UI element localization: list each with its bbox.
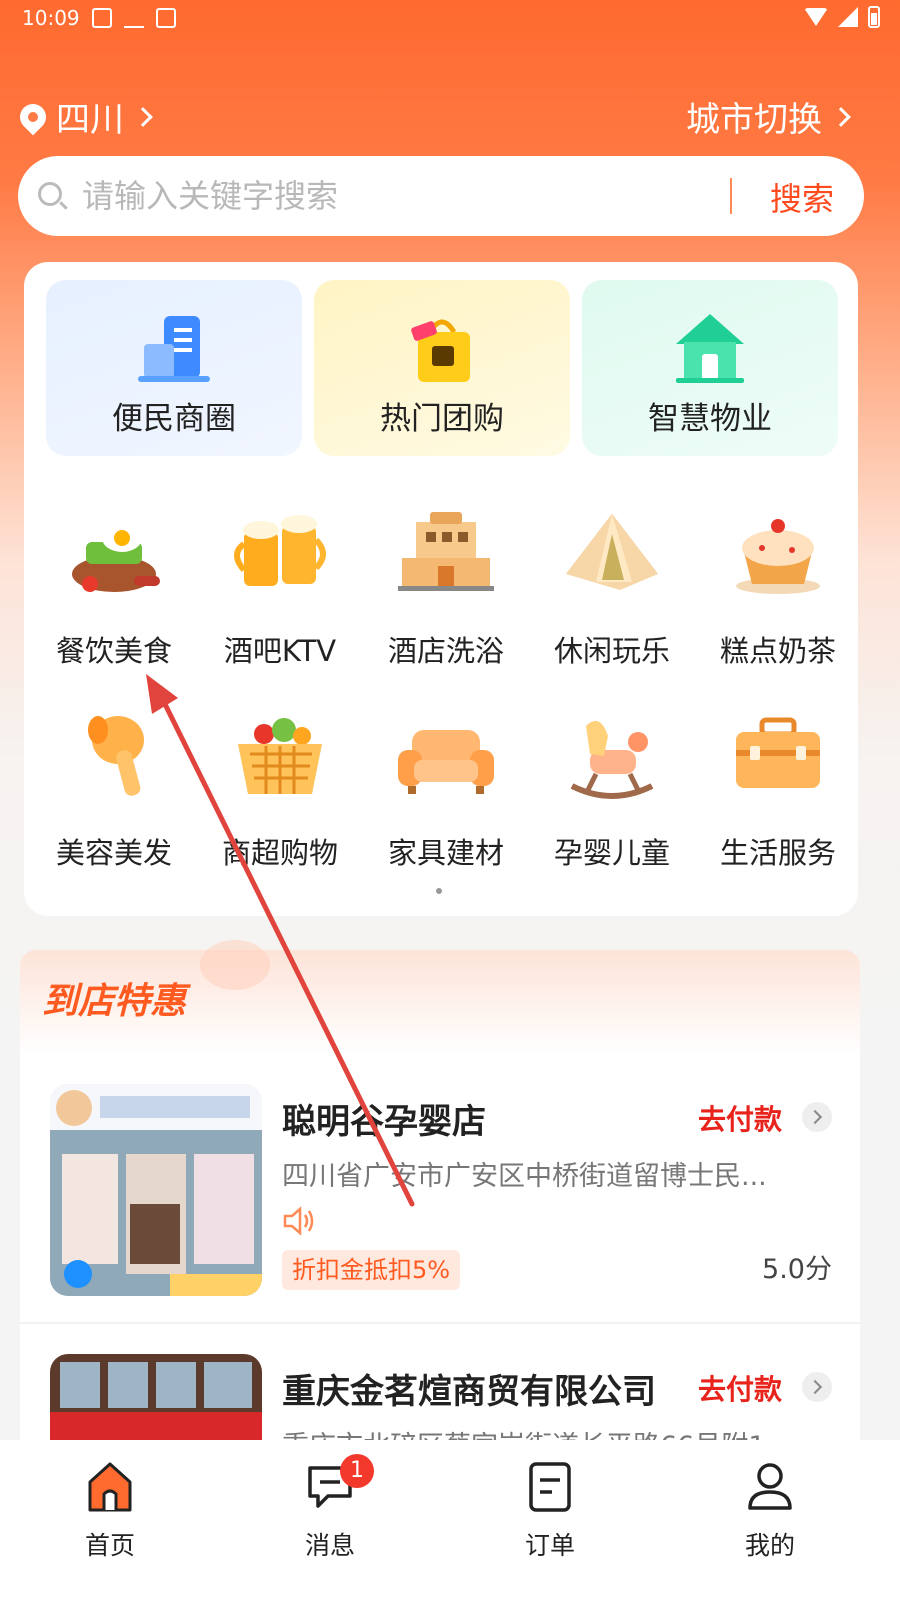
speaker-icon [283, 1206, 314, 1236]
location-selector[interactable]: 四川 [14, 92, 153, 141]
category-hotel-bath[interactable]: 酒店洗浴 [364, 490, 528, 680]
search-input[interactable] [82, 174, 722, 218]
store-card[interactable]: 重庆金茗煊商贸有限公司 去付款 重庆市北碚区蔡家岗街道长平路66号附1 [20, 1324, 860, 1444]
tab-label: 我的 [744, 1531, 795, 1560]
category-supermarket[interactable]: 商超购物 [198, 692, 362, 882]
status-time: 10:09 [22, 6, 80, 30]
store-photo [50, 1084, 262, 1296]
category-label: 餐饮美食 [55, 634, 172, 668]
chevron-right-icon[interactable] [802, 1102, 832, 1132]
download-notification-icon [124, 8, 144, 28]
tile-label: 智慧物业 [648, 401, 772, 437]
category-label: 酒店洗浴 [387, 634, 504, 668]
tile-smart-property[interactable]: 智慧物业 [582, 280, 838, 456]
hotel-icon [398, 512, 494, 591]
decorative-bubble [200, 940, 270, 990]
page-indicator-dot [436, 888, 442, 894]
category-label: 生活服务 [719, 836, 836, 870]
system-icons [804, 6, 880, 28]
category-leisure[interactable]: 休闲玩乐 [530, 490, 694, 680]
shopping-bag-icon [411, 319, 470, 382]
app-notification-icon [156, 8, 176, 28]
chevron-right-icon[interactable] [802, 1372, 832, 1402]
toolbox-icon [736, 717, 820, 788]
category-beauty-hair[interactable]: 美容美发 [32, 692, 196, 882]
location-name: 四川 [56, 100, 124, 140]
location-pin-icon [14, 98, 52, 135]
promo-title: 到店特惠 [42, 981, 187, 1022]
chevron-right-icon [831, 106, 851, 127]
category-label: 酒吧KTV [223, 634, 337, 668]
status-bar: 10:09 [0, 0, 900, 40]
category-food[interactable]: 餐饮美食 [32, 490, 196, 680]
gallery-notification-icon [92, 8, 112, 28]
store-photo [50, 1354, 262, 1444]
tab-label: 首页 [84, 1531, 135, 1560]
search-button[interactable]: 搜索 [756, 174, 848, 218]
store-card[interactable]: 聪明谷孕婴店 去付款 四川省广安市广安区中桥街道留博士民... 折扣金抵扣5% … [20, 1054, 860, 1324]
building-icon [138, 316, 210, 382]
battery-icon [868, 6, 880, 28]
house-icon [676, 314, 744, 383]
pay-button[interactable]: 去付款 [698, 1098, 782, 1138]
tile-convenience-business[interactable]: 便民商圈 [46, 280, 302, 456]
discount-tag: 折扣金抵扣5% [282, 1250, 461, 1290]
search-bar: 搜索 [18, 156, 864, 236]
category-furniture[interactable]: 家具建材 [364, 692, 528, 882]
chevron-right-icon [133, 106, 153, 127]
category-label: 美容美发 [55, 836, 172, 870]
rocking-horse-icon [570, 720, 654, 799]
user-icon [748, 1463, 792, 1510]
notification-icons [92, 8, 176, 28]
home-icon [88, 1462, 132, 1512]
tent-icon [566, 514, 658, 590]
category-label: 休闲玩乐 [553, 634, 670, 668]
bottom-tab-bar: 首页 1 消息 订单 我的 [0, 1440, 900, 1600]
category-pastry-tea[interactable]: 糕点奶茶 [696, 490, 860, 680]
tab-messages[interactable]: 1 消息 [270, 1454, 390, 1560]
tab-orders[interactable]: 订单 [490, 1458, 610, 1560]
category-bar-ktv[interactable]: 酒吧KTV [198, 490, 362, 680]
store-list: 聪明谷孕婴店 去付款 四川省广安市广安区中桥街道留博士民... 折扣金抵扣5% … [20, 1054, 860, 1444]
category-label: 家具建材 [387, 836, 504, 870]
category-label: 孕婴儿童 [553, 836, 670, 870]
tab-label: 消息 [304, 1531, 355, 1560]
store-score: 5.0分 [762, 1254, 832, 1285]
city-switch-label: 城市切换 [686, 100, 822, 140]
search-icon [38, 182, 62, 206]
store-name: 聪明谷孕婴店 [282, 1102, 486, 1142]
pay-button[interactable]: 去付款 [698, 1368, 782, 1408]
city-switch-button[interactable]: 城市切换 [686, 92, 851, 141]
signal-icon [838, 7, 858, 27]
store-name: 重庆金茗煊商贸有限公司 [282, 1372, 656, 1412]
tab-home[interactable]: 首页 [50, 1458, 170, 1560]
category-label: 糕点奶茶 [719, 634, 836, 668]
beer-icon [234, 515, 326, 586]
food-icon [72, 524, 160, 592]
wifi-icon [804, 8, 828, 26]
tile-label: 热门团购 [380, 401, 504, 437]
category-life-services[interactable]: 生活服务 [696, 692, 860, 882]
feature-tiles: 便民商圈 热门团购 智慧物业 [46, 280, 838, 456]
basket-icon [238, 718, 322, 794]
tile-group-buy[interactable]: 热门团购 [314, 280, 570, 456]
cake-icon [736, 519, 820, 594]
category-baby-kids[interactable]: 孕婴儿童 [530, 692, 694, 882]
sofa-icon [398, 730, 494, 794]
tab-label: 订单 [524, 1531, 575, 1560]
unread-badge: 1 [340, 1454, 374, 1488]
services-card: 便民商圈 热门团购 智慧物业 餐饮美食 酒吧KTV 酒店洗浴 休闲玩乐 糕点奶茶… [24, 262, 858, 916]
store-address: 四川省广安市广安区中桥街道留博士民... [282, 1161, 767, 1192]
search-divider [730, 178, 732, 214]
order-icon [529, 1462, 571, 1512]
promo-section-header: 到店特惠 [20, 940, 860, 1054]
tile-label: 便民商圈 [112, 401, 236, 437]
hair-dryer-icon [88, 716, 144, 796]
tab-profile[interactable]: 我的 [710, 1458, 830, 1560]
category-label: 商超购物 [221, 836, 338, 870]
